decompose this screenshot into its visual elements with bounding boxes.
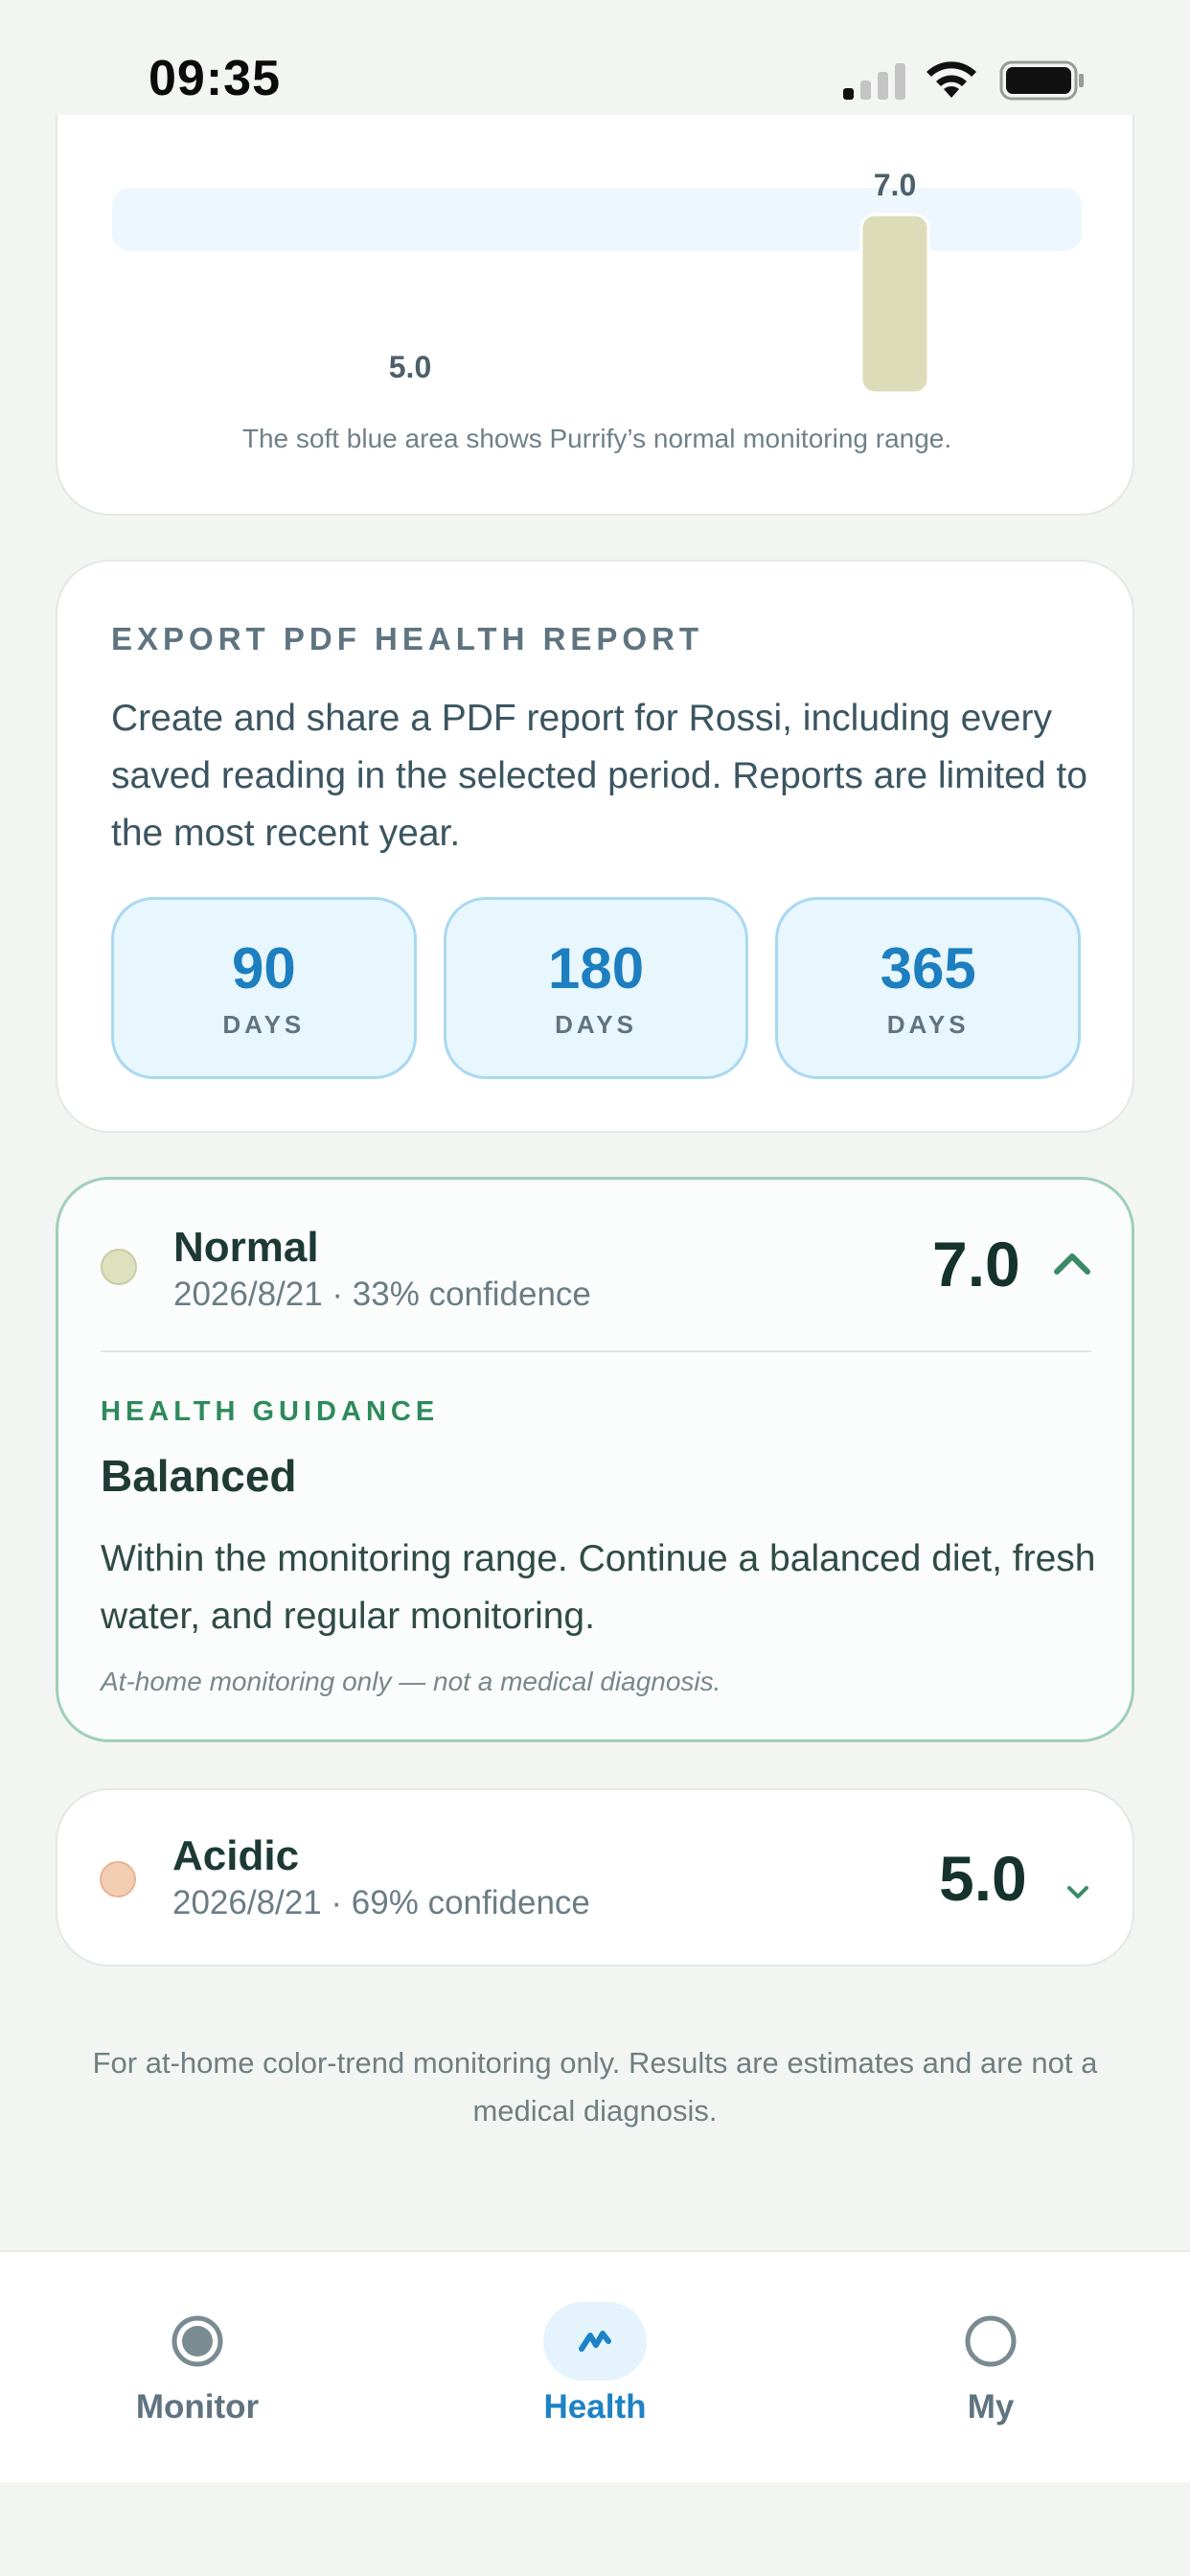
days-value: 90 <box>231 935 296 1000</box>
reading-meta: 2026/8/21 · 33% confidence <box>173 1276 591 1313</box>
tab-health[interactable]: Health <box>451 2252 739 2482</box>
tab-label: Monitor <box>135 2388 260 2426</box>
bar-value-label: 5.0 <box>389 350 431 384</box>
battery-icon <box>999 60 1084 101</box>
bar-value-label: 7.0 <box>874 168 916 202</box>
tab-label: My <box>967 2388 1015 2426</box>
cellular-signal-icon <box>843 63 905 100</box>
guidance-disclaimer: At-home monitoring only — not a medical … <box>101 1667 721 1696</box>
days-value: 365 <box>880 935 976 1000</box>
monitor-icon <box>172 2315 223 2367</box>
guidance-title: Balanced <box>101 1451 297 1501</box>
guidance-label: HEALTH GUIDANCE <box>101 1396 440 1427</box>
status-color-dot <box>100 1861 136 1898</box>
reading-value: 5.0 <box>939 1843 1027 1914</box>
export-description: Create and share a PDF report for Rossi,… <box>111 698 1087 854</box>
wifi-icon <box>927 61 976 98</box>
reading-status: Normal <box>173 1224 319 1271</box>
reading-status: Acidic <box>172 1832 300 1879</box>
export-pdf-card: EXPORT PDF HEALTH REPORT Create and shar… <box>56 560 1134 1133</box>
tab-icon-container <box>146 2302 249 2380</box>
guidance-text: Within the monitoring range. Continue a … <box>101 1538 1096 1637</box>
ph-chart-card: 5.0 7.0 The soft blue area shows Purrify’… <box>56 115 1134 516</box>
days-unit: DAYS <box>886 1009 970 1039</box>
chevron-up-icon[interactable] <box>1051 1249 1093 1277</box>
days-value: 180 <box>547 935 645 1000</box>
chart-range-note: The soft blue area shows Purrify’s norma… <box>241 424 952 453</box>
export-90-days-button[interactable]: 90 DAYS <box>111 897 417 1079</box>
export-365-days-button[interactable]: 365 DAYS <box>775 897 1082 1079</box>
status-color-dot <box>101 1249 137 1285</box>
export-period-options: 90 DAYS 180 DAYS 365 DAYS <box>111 897 1082 1079</box>
reading-meta: 2026/8/21 · 69% confidence <box>172 1884 590 1921</box>
reading-value: 7.0 <box>932 1229 1020 1300</box>
profile-ring-icon <box>965 2315 1017 2367</box>
days-unit: DAYS <box>222 1009 306 1039</box>
reading-card-acidic[interactable]: Acidic 2026/8/21 · 69% confidence 5.0 <box>56 1788 1134 1966</box>
tab-label: Health <box>543 2388 647 2426</box>
normal-range-band <box>112 188 1082 251</box>
chevron-down-icon[interactable] <box>1065 1884 1090 1901</box>
tab-icon-container <box>543 2302 647 2380</box>
tab-my[interactable]: My <box>847 2252 1134 2482</box>
bar-normal <box>859 213 930 395</box>
days-unit: DAYS <box>555 1009 637 1039</box>
reading-card-normal[interactable]: Normal 2026/8/21 · 33% confidence 7.0 HE… <box>56 1177 1134 1742</box>
divider <box>101 1350 1091 1352</box>
pulse-icon <box>579 2331 611 2352</box>
ph-bar-chart: 5.0 7.0 <box>112 168 1082 395</box>
tab-monitor[interactable]: Monitor <box>54 2252 341 2482</box>
bottom-tab-bar: Monitor Health My <box>0 2250 1190 2482</box>
status-time: 09:35 <box>149 51 281 106</box>
export-180-days-button[interactable]: 180 DAYS <box>443 897 749 1079</box>
tab-icon-container <box>939 2302 1042 2380</box>
export-section-title: EXPORT PDF HEALTH REPORT <box>111 621 704 656</box>
footer-disclaimer: For at-home color-trend monitoring only.… <box>92 2046 1098 2128</box>
